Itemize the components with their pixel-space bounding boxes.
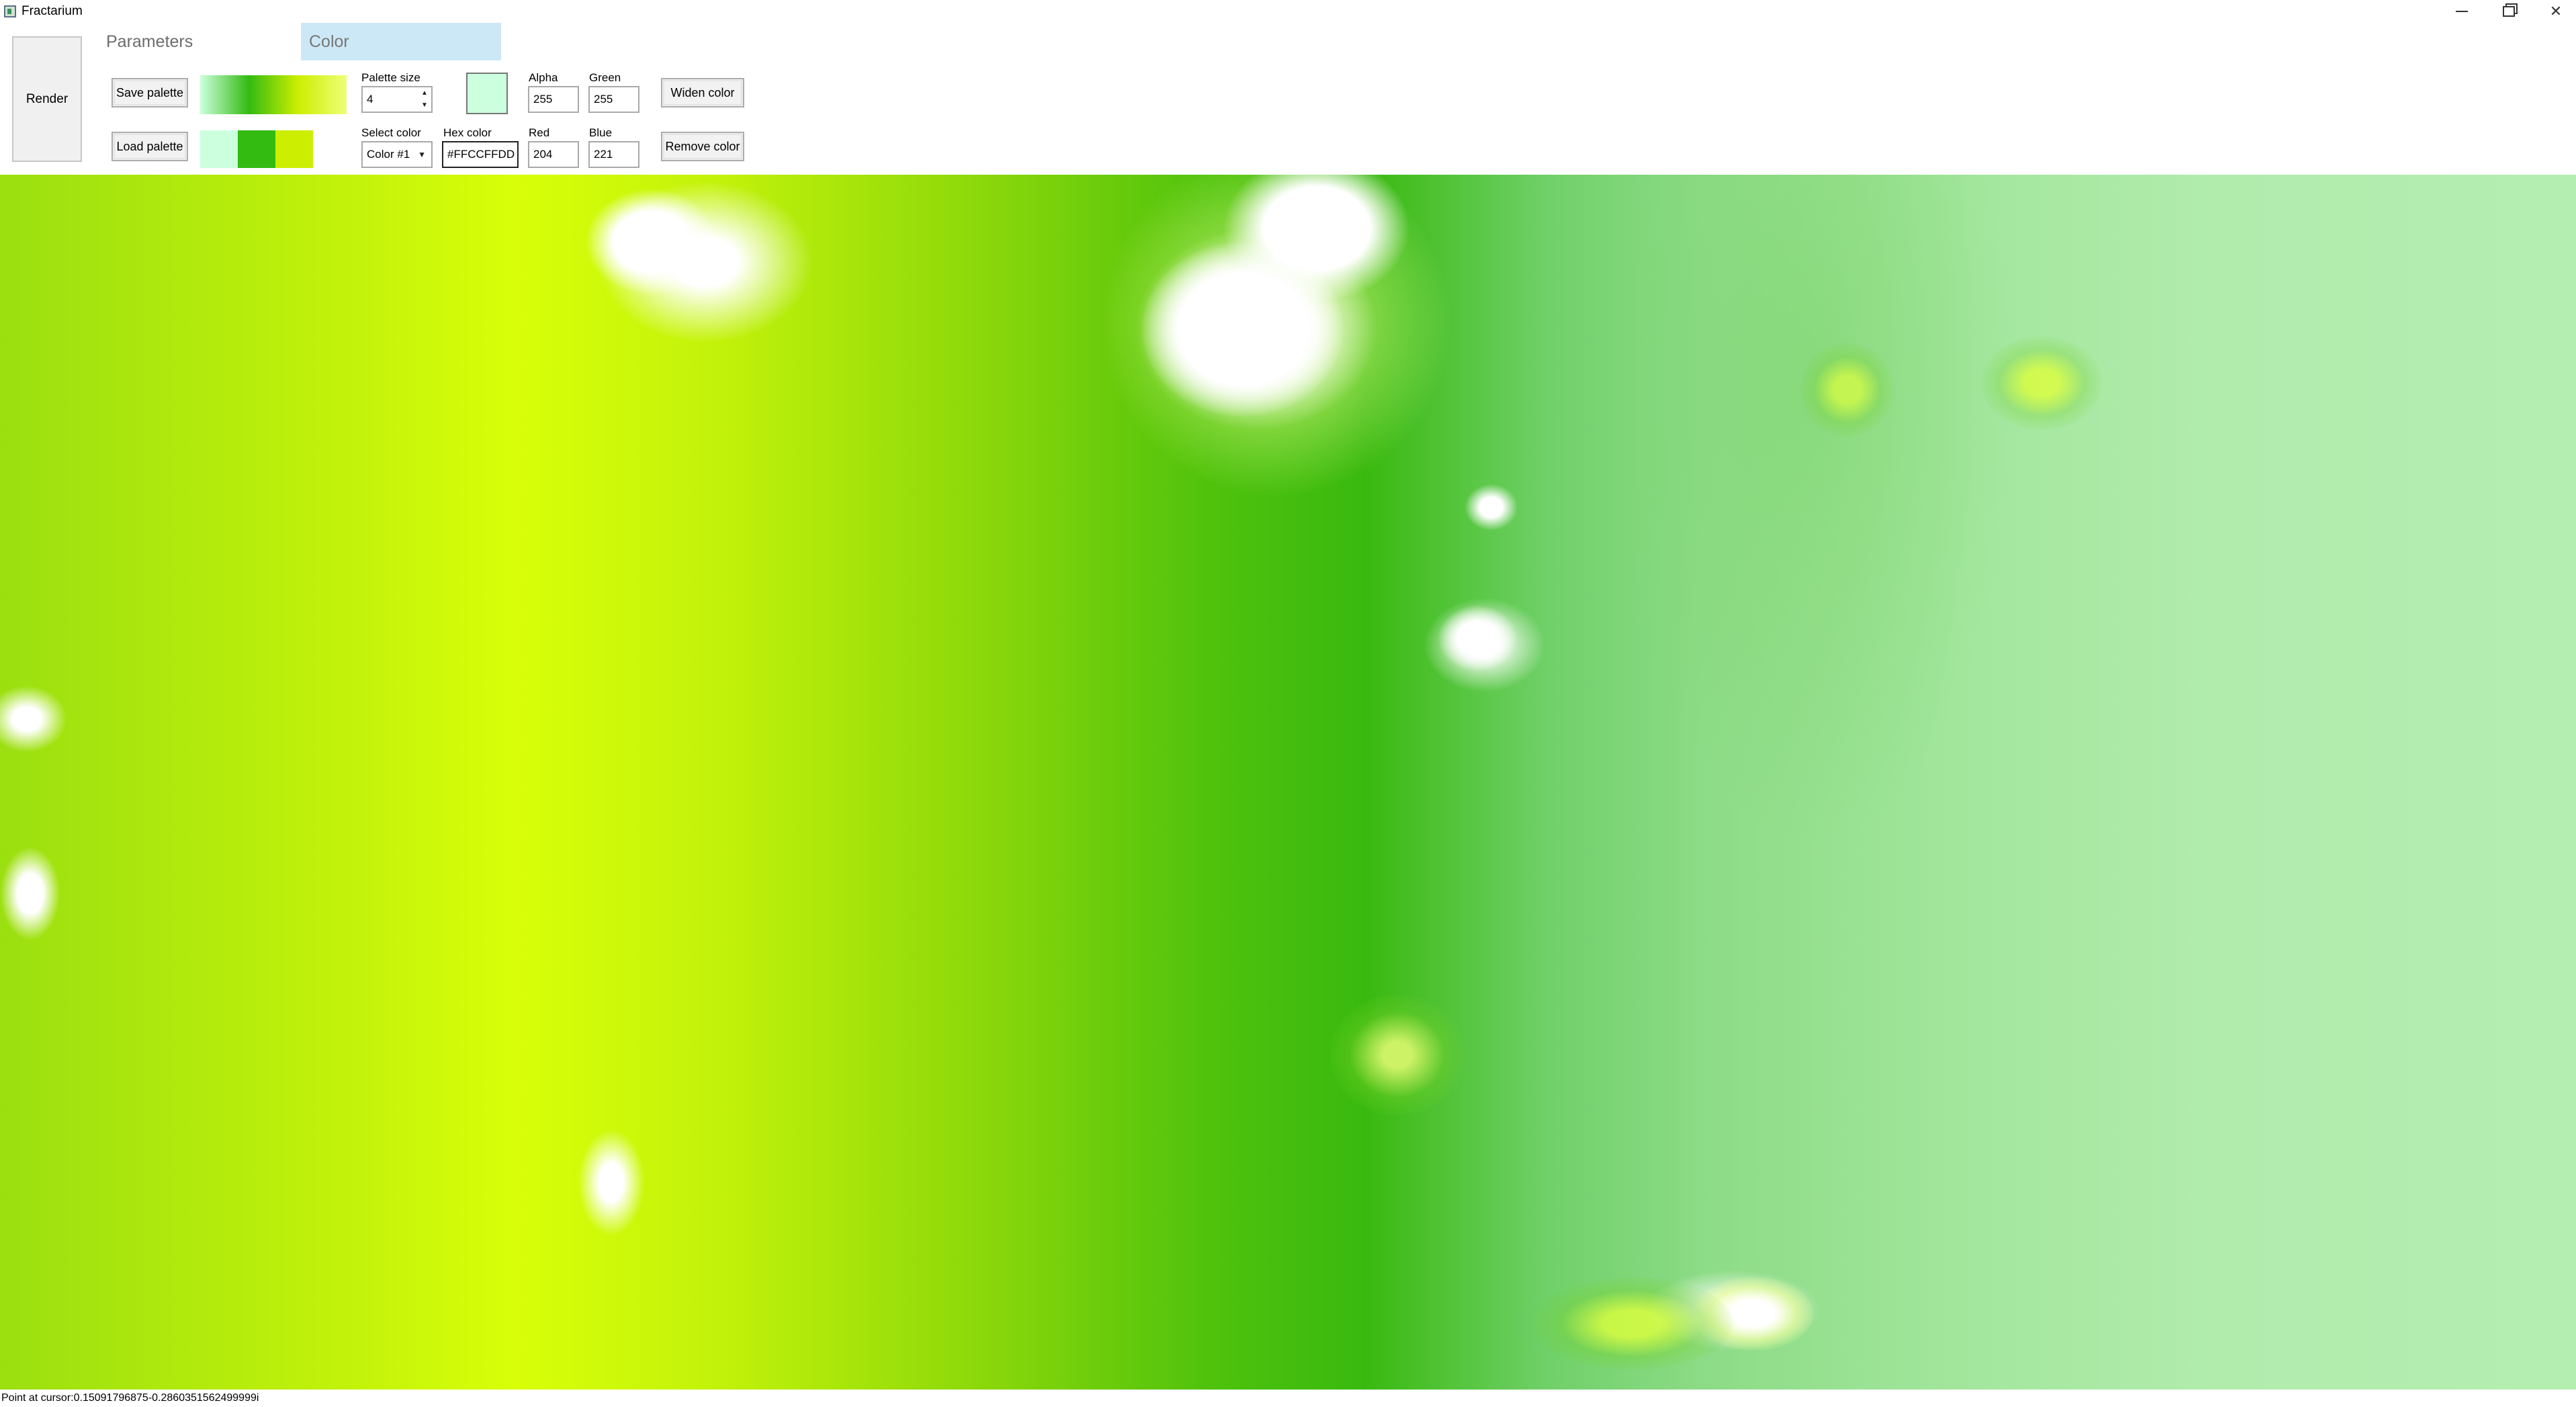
palette-size-stepper[interactable]: 4 ▲ ▼ — [361, 86, 433, 113]
hex-color-value: #FFCCFFDD — [447, 148, 515, 161]
fractal-island — [1982, 336, 2102, 430]
tab-color[interactable]: Color — [301, 23, 501, 60]
load-palette-button[interactable]: Load palette — [112, 132, 188, 161]
window-title: Fractarium — [21, 4, 83, 18]
spinner-arrows[interactable]: ▲ ▼ — [419, 89, 430, 110]
select-color-label: Select color — [361, 126, 421, 139]
fractal-highlight — [0, 685, 67, 753]
alpha-value: 255 — [533, 93, 553, 105]
hex-color-label: Hex color — [443, 126, 492, 139]
blue-label: Blue — [589, 126, 613, 139]
fractal-island — [1800, 343, 1894, 437]
save-palette-button[interactable]: Save palette — [112, 78, 188, 108]
palette-swatch[interactable] — [275, 130, 313, 168]
palette-swatch[interactable] — [200, 130, 238, 168]
spin-down-icon[interactable]: ▼ — [421, 101, 428, 110]
title-bar: Fractarium — [0, 0, 2576, 23]
widen-color-button[interactable]: Widen color — [661, 78, 744, 108]
minimize-button[interactable] — [2438, 0, 2485, 23]
red-value: 204 — [533, 148, 553, 161]
palette-swatches — [200, 130, 313, 168]
green-value: 255 — [594, 93, 613, 105]
chevron-down-icon: ▼ — [418, 150, 426, 159]
fractal-highlight — [0, 847, 60, 941]
fractal-island — [1531, 1277, 1733, 1371]
tab-parameters[interactable]: Parameters — [106, 23, 294, 60]
spin-up-icon[interactable]: ▲ — [421, 89, 428, 98]
hex-color-field[interactable]: #FFCCFFDD — [442, 141, 519, 168]
fractal-island — [1330, 994, 1464, 1115]
restore-button[interactable] — [2485, 0, 2532, 23]
palette-size-label: Palette size — [361, 71, 420, 84]
green-field[interactable]: 255 — [588, 86, 639, 113]
red-field[interactable]: 204 — [528, 141, 579, 168]
fractal-highlight — [584, 188, 719, 296]
palette-gradient-preview — [200, 75, 347, 114]
close-button[interactable] — [2532, 0, 2576, 23]
toolbar: Render Parameters Color Save palette Loa… — [0, 23, 2576, 175]
fractal-canvas[interactable] — [0, 175, 2576, 1390]
blue-field[interactable]: 221 — [588, 141, 639, 168]
fractal-highlight — [1464, 484, 1518, 531]
palette-swatch[interactable] — [238, 130, 275, 168]
green-label: Green — [589, 71, 621, 84]
selected-color-preview — [466, 73, 508, 114]
status-bar: Point at cursor:0.15091796875-0.28603515… — [0, 1390, 2576, 1407]
red-label: Red — [529, 126, 550, 139]
select-color-dropdown[interactable]: Color #1 ▼ — [361, 141, 433, 168]
alpha-field[interactable]: 255 — [528, 86, 579, 113]
fractal-highlight — [578, 1129, 645, 1236]
alpha-label: Alpha — [529, 71, 558, 84]
remove-color-button[interactable]: Remove color — [661, 132, 744, 161]
render-button[interactable]: Render — [12, 36, 82, 162]
select-color-value: Color #1 — [367, 148, 410, 161]
blue-value: 221 — [594, 148, 613, 161]
fractal-highlight — [1437, 605, 1518, 672]
palette-size-value: 4 — [367, 93, 373, 105]
app-icon — [4, 5, 16, 17]
